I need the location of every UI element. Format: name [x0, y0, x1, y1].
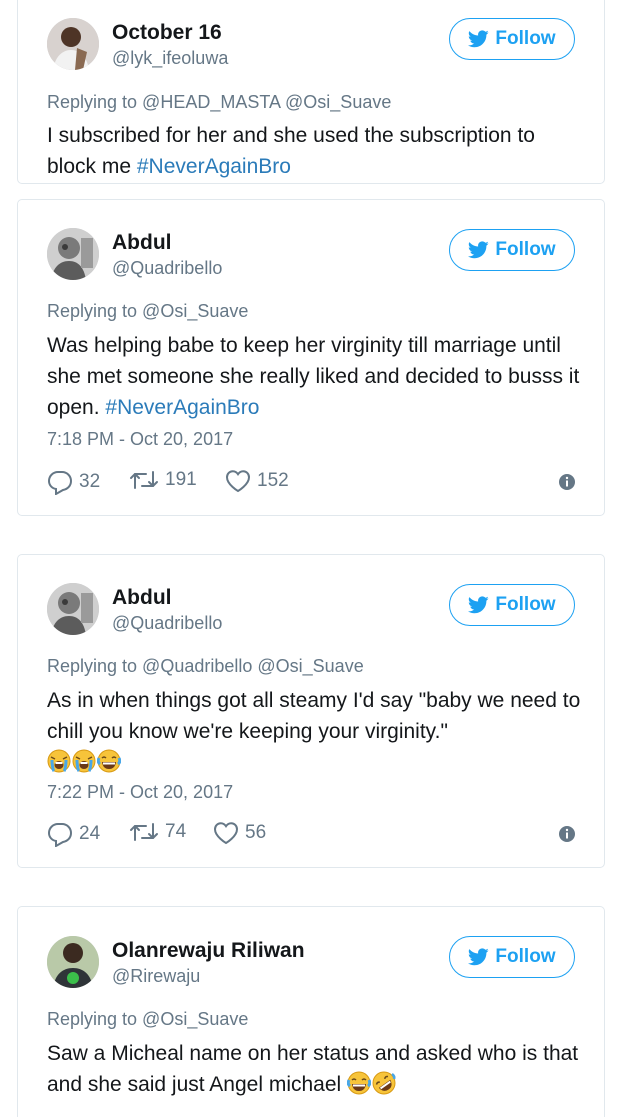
retweet-count: 74: [165, 821, 187, 842]
tweet-card: October 16 @lyk_ifeoluwa Follow Replying…: [17, 0, 605, 184]
replying-to[interactable]: Replying to @HEAD_MASTA @Osi_Suave: [47, 92, 391, 113]
follow-label: Follow: [495, 946, 556, 967]
tweet-card: Olanrewaju Riliwan @Rirewaju Follow Repl…: [17, 906, 605, 1117]
reply-action[interactable]: 32: [47, 469, 100, 495]
reply-icon: [47, 469, 73, 495]
tweet-body: As in when things got all steamy I'd say…: [47, 689, 581, 743]
heart-icon: [225, 469, 251, 493]
user-handle[interactable]: @Rirewaju: [112, 966, 200, 987]
display-name[interactable]: October 16: [112, 21, 222, 45]
display-name[interactable]: Abdul: [112, 231, 171, 255]
display-name[interactable]: Olanrewaju Riliwan: [112, 939, 305, 963]
hashtag-link[interactable]: #NeverAgainBro: [137, 155, 291, 178]
retweet-count: 191: [165, 469, 197, 490]
tweet-text: Saw a Micheal name on her status and ask…: [47, 1038, 582, 1100]
replying-to[interactable]: Replying to @Osi_Suave: [47, 301, 248, 322]
tweet-text: Was helping babe to keep her virginity t…: [47, 330, 582, 423]
tweet-text: I subscribed for her and she used the su…: [47, 120, 582, 182]
avatar[interactable]: [47, 18, 99, 70]
loudly-crying-face-icon: [72, 749, 96, 773]
reply-action[interactable]: 24: [47, 821, 100, 847]
retweet-action[interactable]: 74: [129, 821, 186, 843]
twitter-bird-icon: [468, 596, 489, 614]
tweet-card: Abdul @Quadribello Follow Replying to @O…: [17, 199, 605, 516]
follow-label: Follow: [495, 239, 556, 260]
display-name[interactable]: Abdul: [112, 586, 171, 610]
follow-label: Follow: [495, 28, 556, 49]
user-handle[interactable]: @Quadribello: [112, 258, 222, 279]
emoji-group: [47, 751, 122, 774]
face-with-tears-of-joy-icon: [347, 1071, 371, 1095]
timestamp[interactable]: 7:18 PM - Oct 20, 2017: [47, 429, 233, 450]
retweet-action[interactable]: 191: [129, 469, 197, 491]
rolling-on-floor-laughing-icon: [372, 1071, 396, 1095]
reply-count: 32: [79, 471, 101, 492]
reply-icon: [47, 821, 73, 847]
emoji-group: [347, 1073, 397, 1096]
twitter-bird-icon: [468, 241, 489, 259]
tweet-body: Saw a Micheal name on her status and ask…: [47, 1042, 579, 1096]
replying-to[interactable]: Replying to @Quadribello @Osi_Suave: [47, 656, 364, 677]
loudly-crying-face-icon: [47, 749, 71, 773]
follow-button[interactable]: Follow: [449, 18, 575, 60]
reply-count: 24: [79, 823, 101, 844]
like-count: 56: [245, 822, 267, 843]
tweet-actions: 24 74 56: [47, 821, 577, 847]
user-handle[interactable]: @lyk_ifeoluwa: [112, 48, 228, 69]
twitter-bird-icon: [468, 948, 489, 966]
avatar-image: [47, 228, 99, 280]
avatar-image: [47, 936, 99, 988]
info-icon[interactable]: [557, 472, 577, 492]
heart-icon: [213, 821, 239, 845]
avatar[interactable]: [47, 936, 99, 988]
like-count: 152: [257, 470, 289, 491]
avatar-image: [47, 583, 99, 635]
tweet-card: Abdul @Quadribello Follow Replying to @Q…: [17, 554, 605, 868]
follow-label: Follow: [495, 594, 556, 615]
avatar-image: [47, 18, 99, 70]
twitter-bird-icon: [468, 30, 489, 48]
avatar[interactable]: [47, 583, 99, 635]
avatar[interactable]: [47, 228, 99, 280]
timestamp[interactable]: 7:22 PM - Oct 20, 2017: [47, 782, 233, 803]
retweet-icon: [129, 821, 159, 843]
tweet-actions: 32 191 152: [47, 469, 577, 495]
hashtag-link[interactable]: #NeverAgainBro: [105, 396, 259, 419]
like-action[interactable]: 152: [225, 469, 289, 493]
tweet-body: I subscribed for her and she used the su…: [47, 124, 535, 178]
like-action[interactable]: 56: [213, 821, 266, 845]
follow-button[interactable]: Follow: [449, 584, 575, 626]
follow-button[interactable]: Follow: [449, 229, 575, 271]
retweet-icon: [129, 469, 159, 491]
face-with-tears-of-joy-icon: [97, 749, 121, 773]
tweet-text: As in when things got all steamy I'd say…: [47, 685, 582, 778]
follow-button[interactable]: Follow: [449, 936, 575, 978]
user-handle[interactable]: @Quadribello: [112, 613, 222, 634]
replying-to[interactable]: Replying to @Osi_Suave: [47, 1009, 248, 1030]
info-icon[interactable]: [557, 824, 577, 844]
